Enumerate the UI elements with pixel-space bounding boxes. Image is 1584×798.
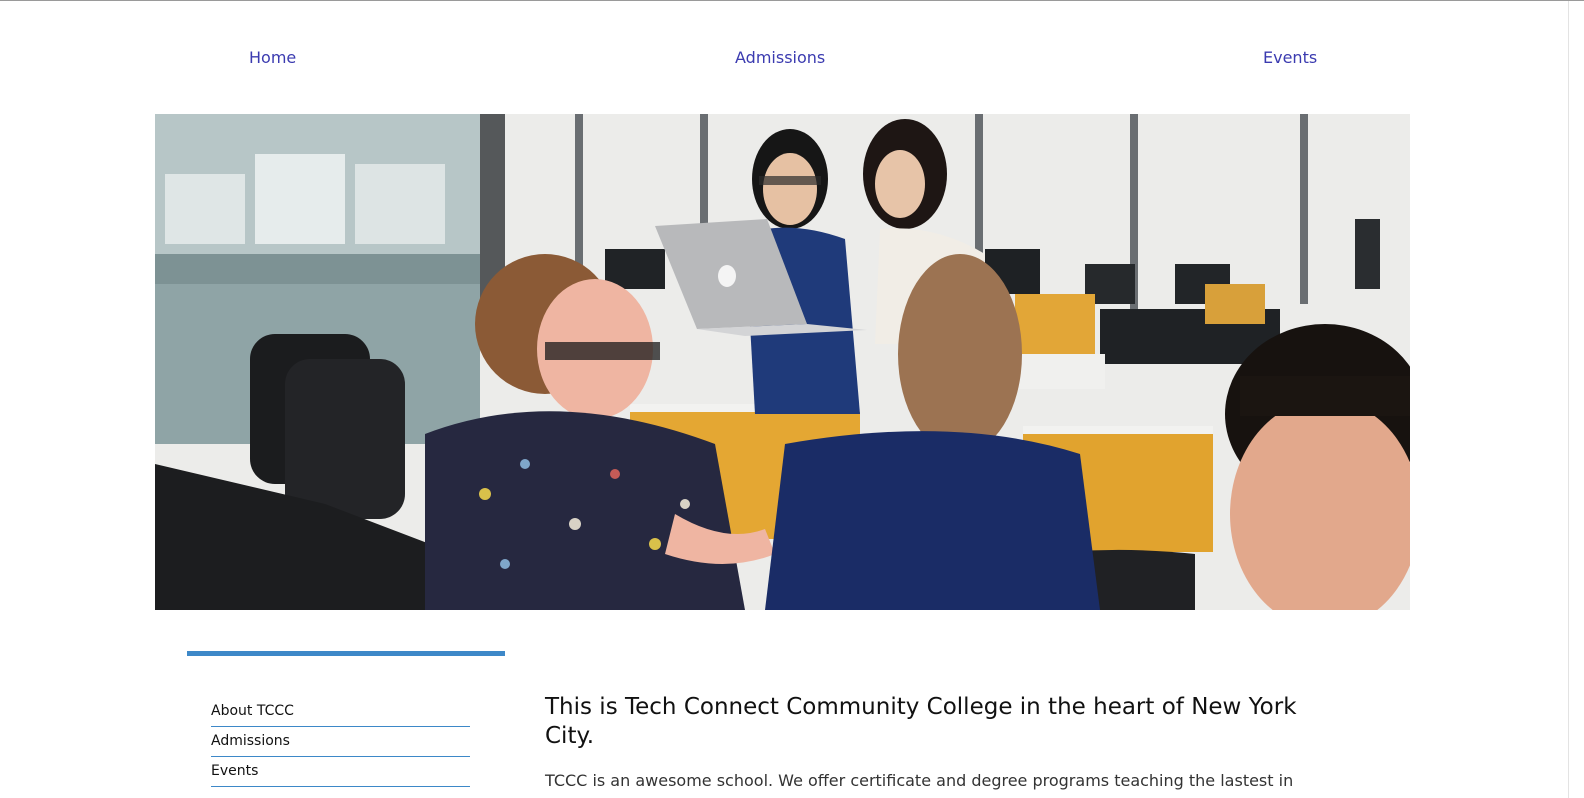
nav-admissions-link[interactable]: Admissions: [735, 48, 825, 67]
side-menu-admissions-link[interactable]: Admissions: [211, 728, 470, 757]
office-students-photo-icon: [155, 114, 1410, 610]
section-accent-bar: [187, 651, 505, 656]
side-menu: About TCCC Admissions Events: [211, 698, 470, 788]
intro-paragraph: TCCC is an awesome school. We offer cert…: [545, 771, 1294, 790]
page-heading: This is Tech Connect Community College i…: [545, 694, 1297, 749]
hero-image: [155, 114, 1410, 610]
page-scrollbar[interactable]: [1568, 1, 1584, 798]
nav-events-link[interactable]: Events: [1263, 48, 1317, 67]
side-menu-about-link[interactable]: About TCCC: [211, 698, 470, 727]
side-menu-events-link[interactable]: Events: [211, 758, 470, 787]
nav-home-link[interactable]: Home: [249, 48, 296, 67]
